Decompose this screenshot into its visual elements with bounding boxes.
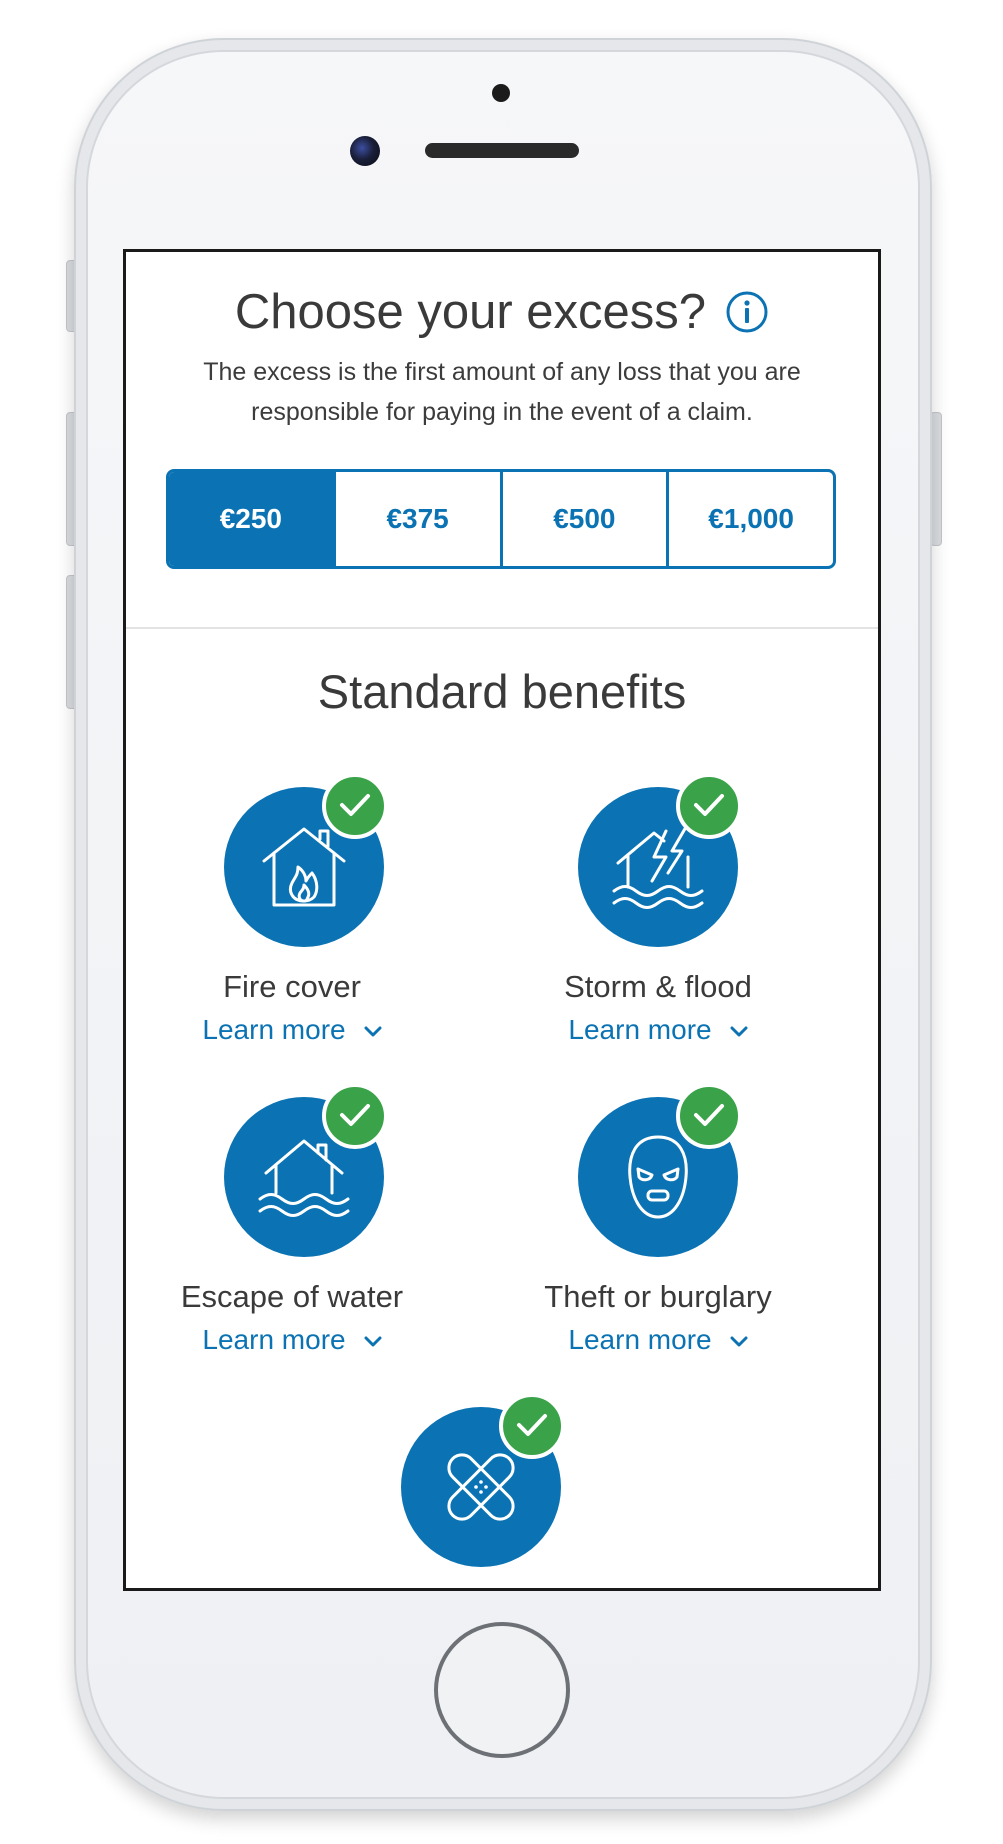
info-icon[interactable]: [725, 290, 769, 334]
benefit-label: Escape of water: [180, 1279, 404, 1314]
proximity-sensor: [492, 84, 510, 102]
learn-more-link[interactable]: Learn more: [478, 1324, 838, 1356]
included-check-icon: [676, 773, 742, 839]
chevron-down-icon: [730, 1336, 748, 1347]
benefit-label: Theft or burglary: [544, 1279, 772, 1314]
learn-more-link[interactable]: Learn more: [126, 1324, 472, 1356]
learn-more-link[interactable]: Learn more: [126, 1014, 472, 1046]
learn-more-link[interactable]: Learn more: [478, 1014, 838, 1046]
benefit-label: Fire cover: [223, 969, 361, 1004]
phone-screen: Choose your excess? The excess is the fi…: [123, 249, 881, 1591]
included-check-icon: [499, 1393, 565, 1459]
chevron-down-icon: [364, 1026, 382, 1037]
benefit-label: Storm & flood: [564, 969, 752, 1004]
benefits-title: Standard benefits: [317, 665, 687, 718]
excess-option-375[interactable]: €375: [332, 472, 500, 566]
section-divider: [126, 627, 878, 629]
learn-more-text: Learn more: [202, 1014, 346, 1045]
excess-description: The excess is the first amount of any lo…: [203, 358, 801, 426]
home-button: [434, 1622, 570, 1758]
learn-more-text: Learn more: [568, 1014, 712, 1045]
included-check-icon: [322, 1083, 388, 1149]
included-check-icon: [322, 773, 388, 839]
chevron-down-icon: [730, 1026, 748, 1037]
excess-option-500[interactable]: €500: [499, 472, 667, 566]
excess-title: Choose your excess?: [234, 285, 707, 339]
excess-option-1000[interactable]: €1,000: [666, 472, 833, 566]
learn-more-text: Learn more: [202, 1324, 346, 1355]
front-camera-icon: [350, 136, 380, 166]
learn-more-text: Learn more: [568, 1324, 712, 1355]
chevron-down-icon: [364, 1336, 382, 1347]
excess-selector: €250 €375 €500 €1,000: [166, 469, 836, 569]
earpiece-speaker: [425, 143, 579, 158]
excess-header: Choose your excess?: [126, 284, 878, 340]
included-check-icon: [676, 1083, 742, 1149]
excess-option-250[interactable]: €250: [169, 472, 333, 566]
